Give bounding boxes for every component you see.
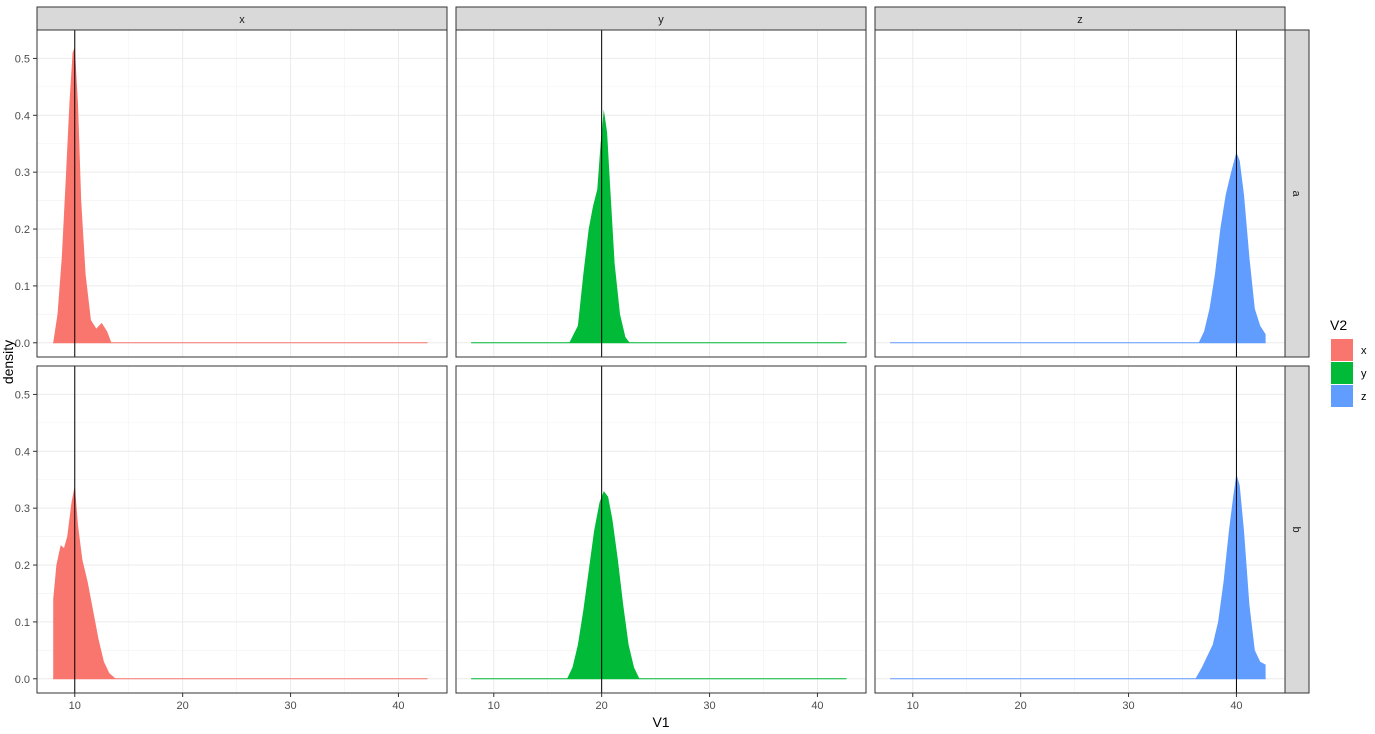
- x-axis-title: V1: [652, 714, 669, 730]
- y-tick-label: 0.3: [15, 503, 30, 515]
- legend-label-y: y: [1361, 368, 1367, 380]
- legend-key-y: [1331, 362, 1353, 384]
- y-tick-label: 0.1: [15, 281, 30, 293]
- legend: V2 xyz: [1330, 317, 1367, 407]
- faceted-density-chart: x y zab0.00.10.20.30.40.50.00.10.20.30.40.…: [0, 6, 1367, 730]
- x-tick-label: 10: [488, 700, 500, 712]
- x-tick-label: 40: [392, 700, 404, 712]
- x-tick-label: 40: [811, 700, 823, 712]
- x-tick-label: 30: [1122, 700, 1134, 712]
- legend-label-z: z: [1361, 391, 1367, 403]
- x-tick-label: 40: [1230, 700, 1242, 712]
- panel-y-b: [455, 365, 867, 694]
- y-tick-label: 0.2: [15, 560, 30, 572]
- x-tick-label: 20: [1015, 700, 1027, 712]
- legend-key-z: [1331, 385, 1353, 407]
- y-tick-label: 0.4: [15, 446, 30, 458]
- facet-strip-label-z: z: [1077, 14, 1083, 26]
- facet-strip-label-x: x: [239, 14, 245, 26]
- legend-label-x: x: [1361, 345, 1367, 357]
- facet-strip-label-b: b: [1290, 526, 1302, 532]
- panel-y-a: [455, 29, 867, 358]
- y-tick-label: 0.3: [15, 167, 30, 179]
- x-tick-label: 10: [907, 700, 919, 712]
- panel-x-b: [36, 365, 448, 694]
- panel-background: [456, 30, 866, 357]
- y-tick-label: 0.5: [15, 389, 30, 401]
- y-axis-title: density: [0, 340, 16, 384]
- y-tick-label: 0.1: [15, 617, 30, 629]
- x-tick-label: 10: [69, 700, 81, 712]
- panel-z-a: [874, 29, 1286, 358]
- panel-background: [456, 366, 866, 693]
- y-tick-label: 0.5: [15, 53, 30, 65]
- y-tick-label: 0.4: [15, 110, 30, 122]
- y-tick-label: 0.0: [15, 338, 30, 350]
- panel-background: [37, 30, 447, 357]
- panel-x-a: [36, 29, 448, 358]
- y-tick-label: 0.0: [15, 674, 30, 686]
- facet-strip-label-y: y: [658, 14, 664, 26]
- x-tick-label: 20: [596, 700, 608, 712]
- y-tick-label: 0.2: [15, 224, 30, 236]
- legend-key-x: [1331, 339, 1353, 361]
- legend-title: V2: [1330, 317, 1347, 333]
- x-tick-label: 30: [703, 700, 715, 712]
- facet-strip-label-a: a: [1290, 190, 1302, 197]
- panel-z-b: [874, 365, 1286, 694]
- x-tick-label: 30: [284, 700, 296, 712]
- x-tick-label: 20: [177, 700, 189, 712]
